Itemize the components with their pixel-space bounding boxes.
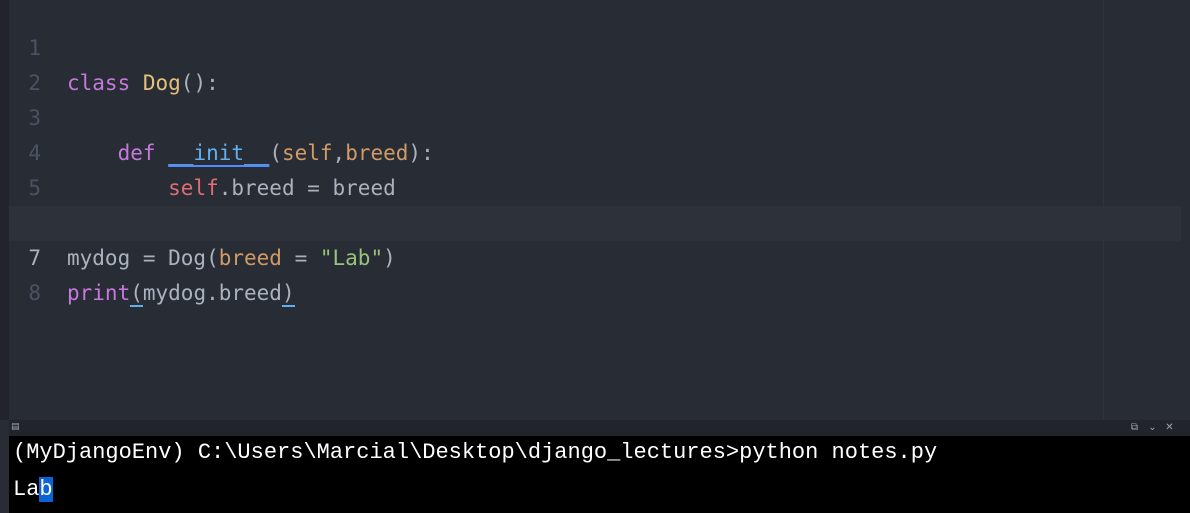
code-text: print(mydog.breed) <box>67 281 295 307</box>
code-line[interactable]: 2 <box>9 31 1181 95</box>
code-line[interactable]: 4 self.breed = breed <box>9 101 1181 200</box>
terminal-panel[interactable]: (MyDjangoEnv) C:\Users\Marcial\Desktop\d… <box>9 436 1190 513</box>
maximize-icon[interactable]: ⧉ <box>1129 422 1140 433</box>
line-number: 8 <box>28 281 41 305</box>
code-line[interactable]: 6 mydog = Dog(breed = "Lab") <box>9 171 1181 270</box>
terminal-output-text: La <box>13 477 40 502</box>
code-editor[interactable]: 1 class Dog(): 2 3 def __init__(self,bre… <box>9 0 1190 420</box>
terminal-header: ▤ ⧉ ⌄ ✕ <box>9 420 1190 436</box>
left-panel-edge <box>0 0 9 420</box>
terminal-selection[interactable]: b <box>39 477 53 502</box>
terminal-icon[interactable]: ▤ <box>11 422 21 432</box>
terminal-command-line: (MyDjangoEnv) C:\Users\Marcial\Desktop\d… <box>13 440 938 465</box>
chevron-down-icon[interactable]: ⌄ <box>1147 422 1158 433</box>
code-line[interactable]: 1 class Dog(): <box>9 0 1181 95</box>
code-line[interactable]: 8 <box>9 241 1181 305</box>
close-icon[interactable]: ✕ <box>1164 422 1175 433</box>
code-line[interactable]: 3 def __init__(self,breed): <box>9 66 1181 165</box>
code-line[interactable]: 5 <box>9 136 1181 200</box>
code-line-active[interactable]: 7 print(mydog.breed) <box>9 206 1181 307</box>
terminal-output-line[interactable]: Lab <box>13 475 53 505</box>
